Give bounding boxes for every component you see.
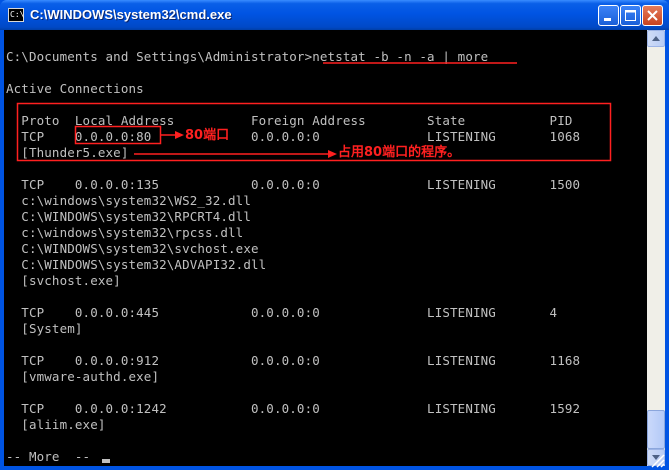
port-highlight-box (74, 125, 162, 145)
cmd-window: C:\ C:\WINDOWS\system32\cmd.exe C:\Docum… (0, 0, 669, 470)
scroll-thumb[interactable] (647, 410, 665, 449)
close-icon (647, 10, 658, 21)
program-annotation: 占用80端口的程序。 (338, 145, 461, 160)
port-arrowhead (175, 131, 184, 139)
program-arrowhead (328, 150, 337, 158)
minimize-icon (604, 18, 611, 21)
vertical-scrollbar[interactable] (647, 30, 665, 466)
app-icon-label: C:\ (10, 10, 25, 19)
maximize-icon (625, 10, 636, 21)
title-bar[interactable]: C:\ C:\WINDOWS\system32\cmd.exe (0, 0, 669, 30)
close-button[interactable] (642, 5, 663, 26)
window-title: C:\WINDOWS\system32\cmd.exe (30, 7, 232, 22)
cmd-app-icon[interactable]: C:\ (8, 8, 24, 22)
console-client-area[interactable]: C:\Documents and Settings\Administrator>… (4, 30, 665, 466)
maximize-button[interactable] (620, 5, 641, 26)
annotation-overlay (16, 62, 612, 162)
scroll-up-button[interactable] (647, 30, 665, 47)
console-output[interactable]: C:\Documents and Settings\Administrator>… (4, 30, 647, 466)
highlight-box (16, 102, 612, 162)
minimize-button[interactable] (598, 5, 619, 26)
scroll-up-icon (652, 36, 660, 41)
resize-grip-icon[interactable] (649, 452, 665, 468)
port-annotation: 80端口 (185, 128, 230, 143)
